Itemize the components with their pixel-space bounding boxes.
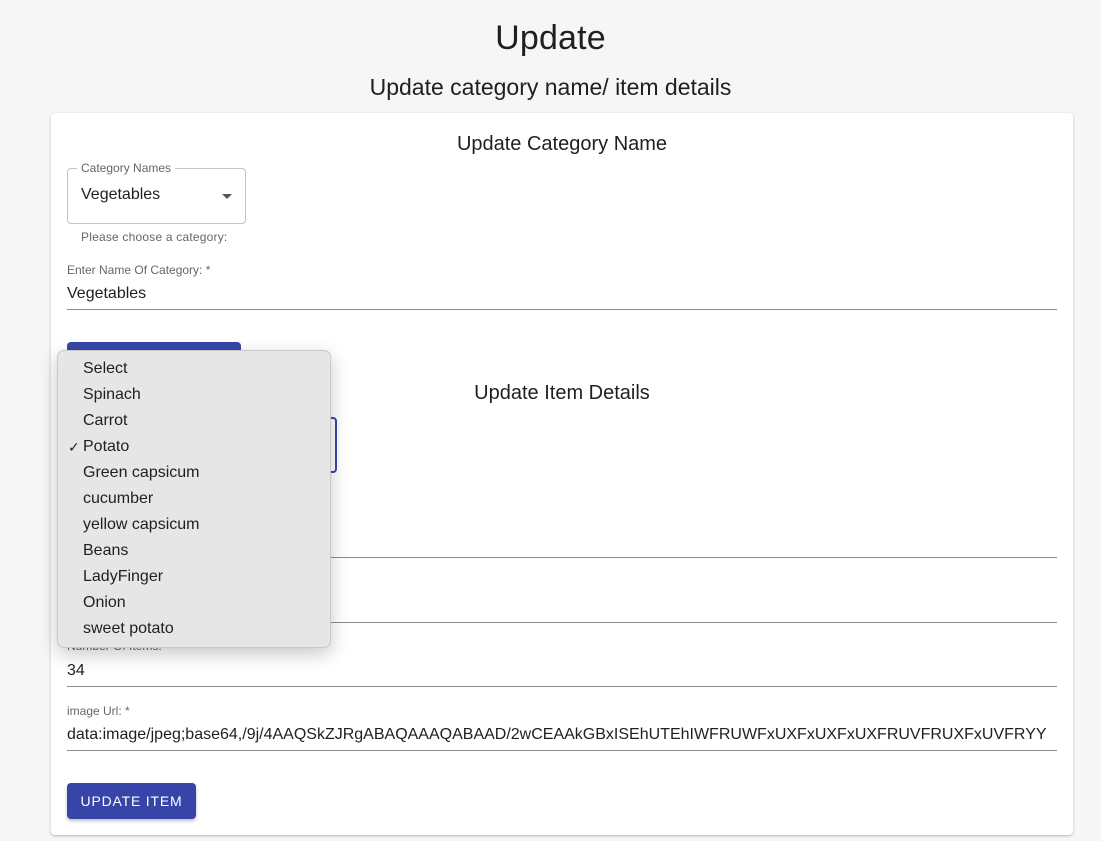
- dropdown-option[interactable]: Carrot: [58, 408, 330, 434]
- dropdown-option[interactable]: LadyFinger: [58, 564, 330, 590]
- dropdown-option[interactable]: Onion: [58, 590, 330, 616]
- dropdown-option-label: Select: [83, 360, 128, 377]
- page-subtitle: Update category name/ item details: [369, 74, 732, 100]
- category-name-field[interactable]: Enter Name Of Category: * Vegetables: [67, 263, 1057, 310]
- category-helper-text: Please choose a category:: [81, 230, 228, 244]
- update-page: Update Update category name/ item detail…: [0, 0, 1101, 841]
- category-name-label: Enter Name Of Category: *: [67, 263, 211, 277]
- dropdown-option-label: LadyFinger: [83, 568, 164, 585]
- dropdown-option[interactable]: yellow capsicum: [58, 512, 330, 538]
- page-title: Update: [495, 19, 606, 57]
- dropdown-option-label: Potato: [83, 438, 130, 455]
- dropdown-option-label: Carrot: [83, 412, 128, 429]
- dropdown-option-label: Onion: [83, 594, 126, 611]
- dropdown-option[interactable]: Green capsicum: [58, 460, 330, 486]
- dropdown-option-label: Beans: [83, 542, 129, 559]
- category-section-title: Update Category Name: [456, 133, 668, 155]
- item-dropdown-menu[interactable]: Select Spinach Carrot ✓ Potato Green capsicum…: [57, 350, 331, 648]
- image-url-input[interactable]: data:image/jpeg;base64,/9j/4AAQSkZJRgABA…: [67, 726, 1057, 744]
- checkmark-icon: ✓: [68, 439, 80, 455]
- dropdown-option[interactable]: ✓ Potato: [58, 434, 330, 460]
- dropdown-option-label: yellow capsicum: [83, 516, 200, 533]
- update-item-button[interactable]: UPDATE ITEM: [67, 783, 196, 819]
- dropdown-option[interactable]: Beans: [58, 538, 330, 564]
- dropdown-option-label: cucumber: [83, 490, 154, 507]
- dropdown-option-label: sweet potato: [83, 620, 174, 637]
- category-names-select[interactable]: Category Names Vegetables: [67, 161, 246, 224]
- category-names-value: Vegetables: [81, 186, 161, 203]
- dropdown-option[interactable]: Spinach: [58, 382, 330, 408]
- category-name-input[interactable]: Vegetables: [67, 285, 1057, 303]
- image-url-label: image Url: *: [67, 704, 130, 718]
- dropdown-option-label: Spinach: [83, 386, 141, 403]
- dropdown-option[interactable]: sweet potato: [58, 616, 330, 642]
- dropdown-option-label: Green capsicum: [83, 464, 200, 481]
- dropdown-option[interactable]: cucumber: [58, 486, 330, 512]
- dropdown-option[interactable]: Select: [58, 356, 330, 382]
- dropdown-arrow-icon: [222, 194, 232, 199]
- category-names-legend: Category Names: [77, 161, 176, 175]
- item-count-input[interactable]: 34: [67, 662, 1057, 680]
- image-url-field[interactable]: image Url: * data:image/jpeg;base64,/9j/…: [67, 704, 1057, 751]
